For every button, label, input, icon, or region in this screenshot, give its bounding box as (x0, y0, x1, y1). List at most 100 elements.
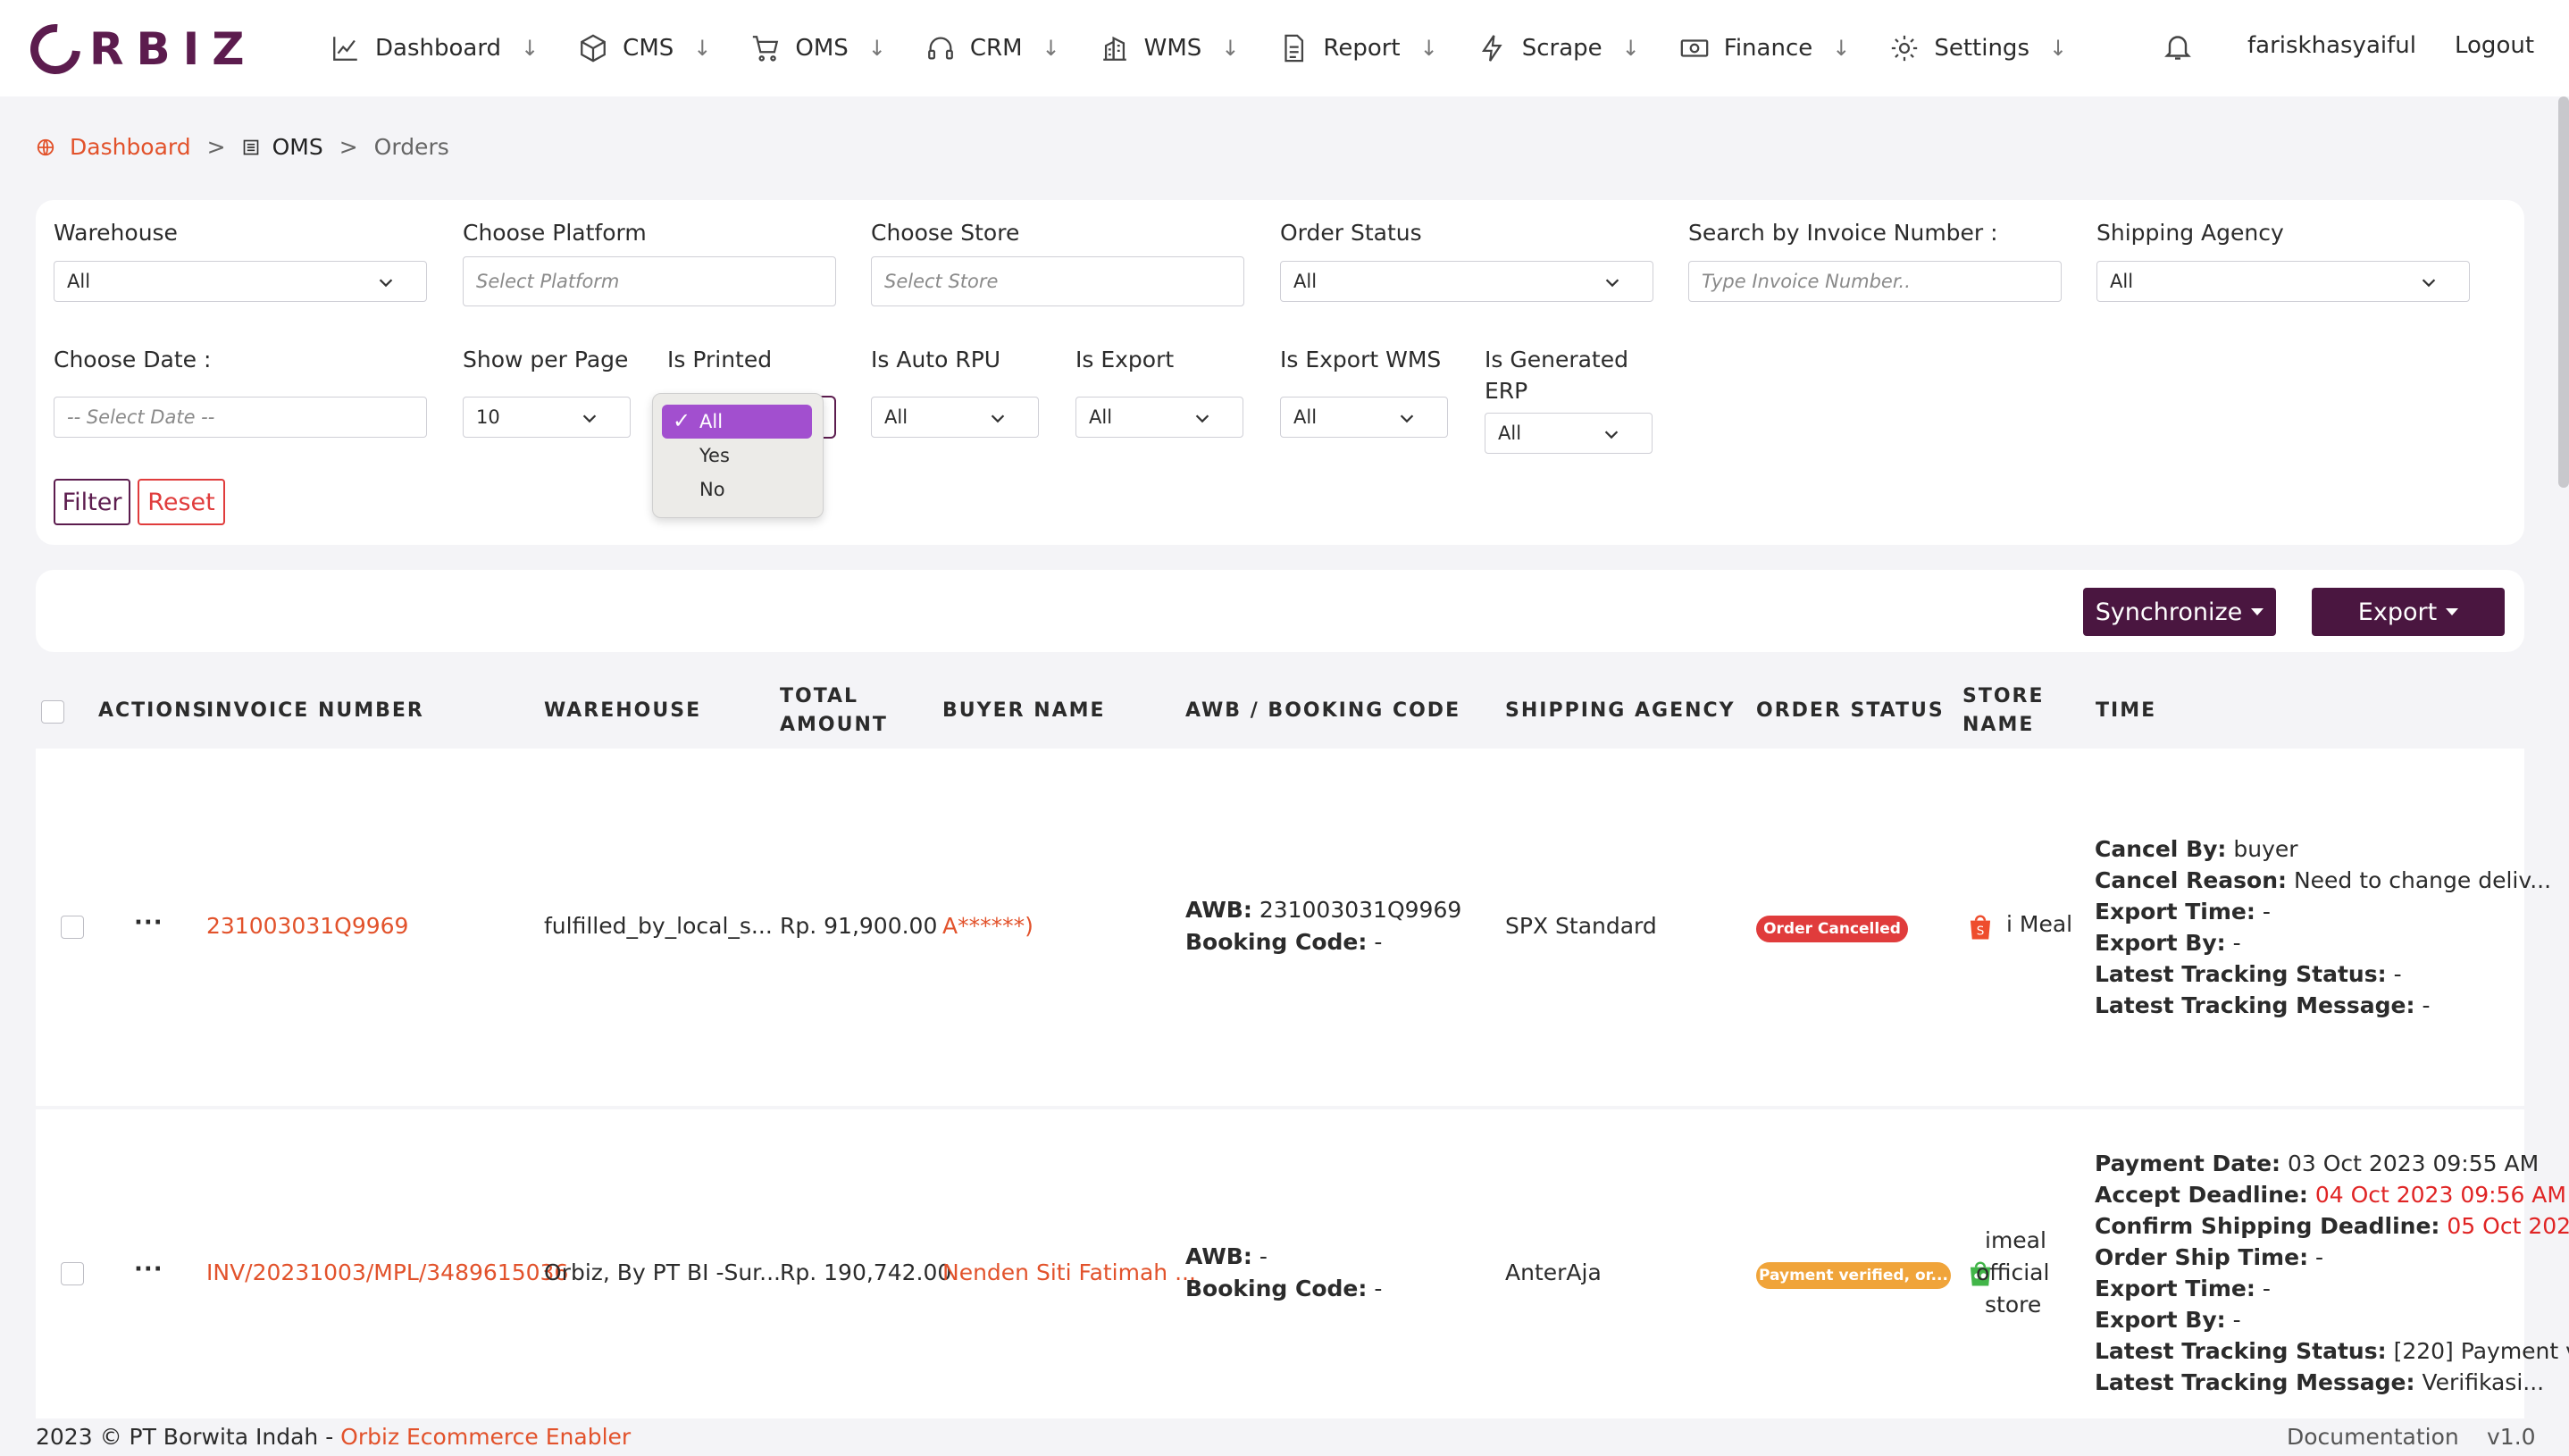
version-text: v1.0 (2487, 1424, 2536, 1450)
select-all-checkbox[interactable] (41, 700, 64, 724)
header-actions: ACTIONS (98, 699, 209, 722)
is-auto-rpu-value: All (884, 406, 908, 428)
is-auto-rpu-select[interactable]: All (871, 397, 1039, 438)
nav-item-cms[interactable]: CMS ↓ (578, 33, 711, 63)
footer-brand-link[interactable]: Orbiz Ecommerce Enabler (340, 1424, 631, 1450)
arrow-down-icon: ↓ (693, 36, 712, 61)
synchronize-button[interactable]: Synchronize (2083, 588, 2276, 636)
cart-icon (753, 36, 779, 62)
row-checkbox[interactable] (61, 916, 84, 939)
breadcrumb-separator: > (339, 134, 358, 160)
header-status[interactable]: ORDER STATUS (1756, 697, 1945, 725)
is-export-label: Is Export (1075, 347, 1175, 372)
is-export-value: All (1089, 406, 1113, 428)
dropdown-option-all[interactable]: ✓ All (662, 405, 812, 439)
time-line: Export By: - (2095, 1307, 2241, 1333)
dropdown-option-yes[interactable]: Yes (662, 439, 812, 473)
arrow-down-icon: ↓ (1419, 36, 1438, 61)
header-warehouse[interactable]: WAREHOUSE (544, 697, 701, 725)
warehouse-select[interactable]: All (54, 261, 427, 302)
nav-item-crm[interactable]: CRM ↓ (925, 33, 1060, 63)
top-navbar: RBIZ Dashboard ↓ CMS ↓ OMS ↓ CRM ↓ WMS ↓ (0, 0, 2569, 96)
nav-label: CRM (969, 35, 1023, 62)
is-export-wms-select[interactable]: All (1280, 397, 1448, 438)
invoice-placeholder: Type Invoice Number.. (1702, 271, 1911, 292)
nav-item-scrape[interactable]: Scrape ↓ (1477, 33, 1640, 63)
time-value: - (2232, 1307, 2241, 1333)
chevron-down-icon (1195, 414, 1209, 423)
caret-down-icon (2446, 608, 2459, 615)
nav-item-report[interactable]: Report ↓ (1278, 33, 1438, 63)
time-key: Latest Tracking Status: (2095, 1338, 2387, 1364)
logout-link[interactable]: Logout (2455, 32, 2534, 59)
filter-button[interactable]: Filter (54, 479, 130, 525)
date-picker[interactable]: -- Select Date -- (54, 397, 427, 438)
arrow-down-icon: ↓ (1621, 36, 1640, 61)
breadcrumb-separator: > (206, 134, 226, 160)
invoice-search-input[interactable]: Type Invoice Number.. (1688, 261, 2062, 302)
time-value: 05 Oct 2023 (2447, 1213, 2569, 1239)
header-total-2: AMOUNT (780, 714, 888, 736)
header-time[interactable]: TIME (2096, 697, 2156, 725)
option-label: Yes (699, 445, 730, 466)
checkmark-icon: ✓ (673, 408, 691, 433)
chevron-down-icon (1400, 414, 1414, 423)
nav-label: Scrape (1521, 35, 1602, 62)
nav-item-finance[interactable]: Finance ↓ (1679, 33, 1851, 63)
is-export-select[interactable]: All (1075, 397, 1243, 438)
time-line: Cancel By: buyer (2095, 836, 2298, 862)
breadcrumb-dashboard[interactable]: Dashboard (70, 134, 191, 160)
time-value: - (2232, 930, 2241, 956)
is-export-wms-label: Is Export WMS (1280, 347, 1442, 372)
buyer-link[interactable]: A******) (942, 913, 1033, 939)
nav-item-oms[interactable]: OMS ↓ (750, 33, 886, 63)
header-invoice[interactable]: INVOICE NUMBER (206, 697, 424, 725)
time-line: Latest Tracking Message: - (2095, 992, 2430, 1018)
buyer-link[interactable]: Nenden Siti Fatimah ... (942, 1259, 1196, 1285)
breadcrumb: Dashboard > OMS > Orders (36, 134, 449, 160)
header-shipping[interactable]: SHIPPING AGENCY (1505, 697, 1736, 725)
shipping-agency-select[interactable]: All (2096, 261, 2470, 302)
nav-item-settings[interactable]: Settings ↓ (1889, 33, 2067, 63)
header-store[interactable]: STORE (1962, 682, 2045, 711)
store-cell: i Meal (2006, 911, 2073, 937)
store-select[interactable]: Select Store (871, 256, 1244, 306)
chevron-down-icon (2422, 279, 2436, 288)
more-actions-icon[interactable]: ··· (134, 909, 163, 936)
arrow-down-icon: ↓ (1832, 36, 1851, 61)
per-page-select[interactable]: 10 (463, 397, 631, 438)
invoice-link[interactable]: 231003031Q9969 (206, 913, 408, 939)
nav-label: Finance (1723, 35, 1813, 62)
order-status-select[interactable]: All (1280, 261, 1653, 302)
globe-icon (37, 138, 54, 155)
username[interactable]: fariskhasyaiful (2247, 32, 2416, 59)
more-actions-icon[interactable]: ··· (134, 1256, 163, 1283)
logo-ring-icon (20, 13, 91, 85)
logo-text: RBIZ (89, 23, 257, 75)
orbiz-logo[interactable]: RBIZ (20, 13, 257, 85)
platform-select[interactable]: Select Platform (463, 256, 836, 306)
page-scrollbar[interactable] (2558, 96, 2569, 488)
is-auto-rpu-label: Is Auto RPU (871, 347, 1001, 372)
nav-label: Settings (1934, 35, 2029, 62)
reset-button[interactable]: Reset (138, 479, 225, 525)
invoice-link[interactable]: INV/20231003/MPL/3489615036 (206, 1259, 568, 1285)
time-value: buyer (2233, 836, 2298, 862)
export-button[interactable]: Export (2312, 588, 2505, 636)
nav-item-wms[interactable]: WMS ↓ (1100, 33, 1239, 63)
bell-icon[interactable] (2162, 30, 2194, 63)
time-key: Export Time: (2095, 899, 2255, 925)
table-row (36, 749, 2524, 1106)
is-generated-erp-select[interactable]: All (1485, 413, 1653, 454)
header-total[interactable]: TOTAL (780, 682, 858, 711)
breadcrumb-oms[interactable]: OMS (272, 134, 323, 160)
awb-line: AWB: - (1185, 1243, 1268, 1269)
total-cell: Rp. 91,900.00 (780, 913, 938, 939)
documentation-link[interactable]: Documentation (2287, 1424, 2459, 1450)
header-awb[interactable]: AWB / BOOKING CODE (1185, 697, 1460, 725)
row-checkbox[interactable] (61, 1262, 84, 1285)
nav-item-dashboard[interactable]: Dashboard ↓ (331, 33, 539, 63)
dropdown-option-no[interactable]: No (662, 473, 812, 506)
header-buyer[interactable]: BUYER NAME (942, 697, 1106, 725)
option-label: No (699, 479, 725, 500)
